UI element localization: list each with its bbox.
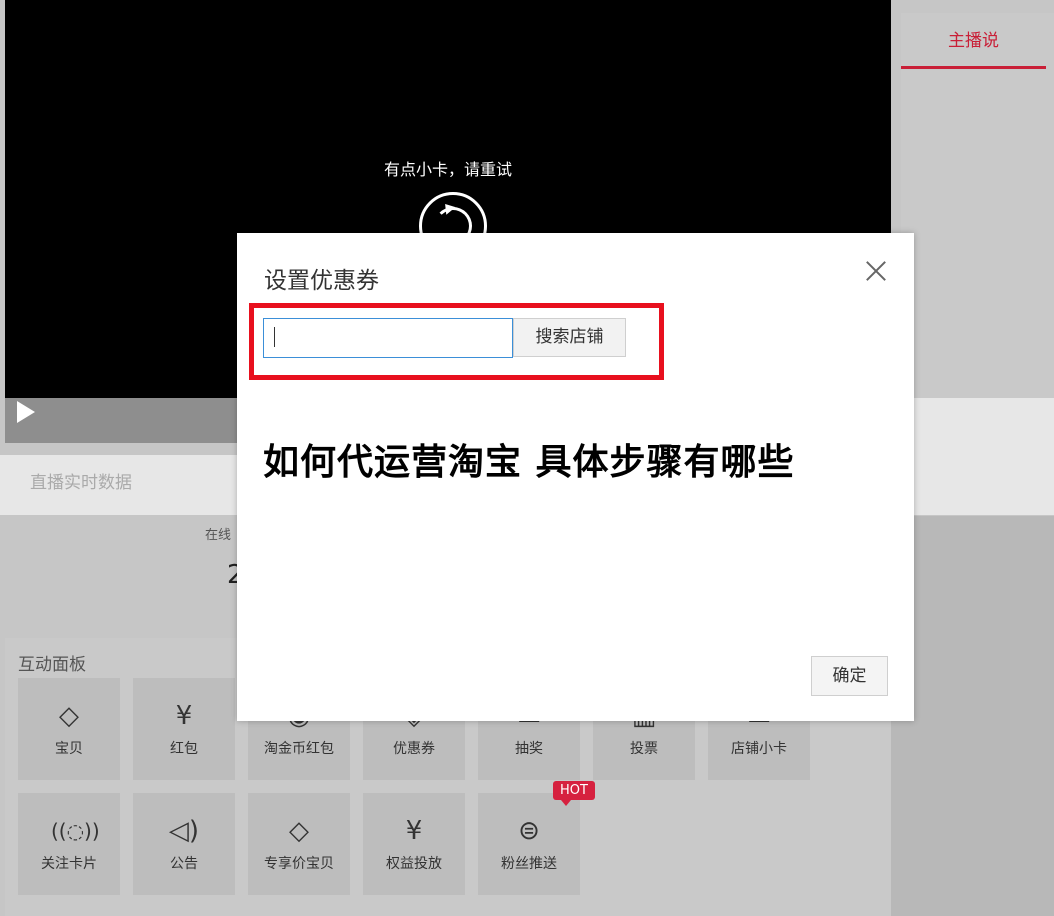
close-icon[interactable] <box>865 260 887 282</box>
tool-label: 粉丝推送 <box>501 856 557 872</box>
tag-icon: ◇ <box>59 701 79 731</box>
tag-icon: ◇ <box>289 816 309 846</box>
tool-label: 公告 <box>170 856 198 872</box>
video-error-message: 有点小卡，请重试 <box>383 160 512 179</box>
tool-label: 投票 <box>630 741 658 757</box>
tool-item[interactable]: ⊜ 粉丝推送 HOT <box>478 781 595 895</box>
coupon-modal: 设置优惠券 搜索店铺 如何代运营淘宝 具体步骤有哪些 确定 <box>237 233 914 721</box>
chat-icon: ⊜ <box>518 816 540 846</box>
text-caret <box>274 327 275 347</box>
modal-title: 设置优惠券 <box>264 268 379 294</box>
panel-title: 互动面板 <box>18 655 86 675</box>
right-panel: 主播说 <box>901 13 1054 398</box>
speaker-icon: ◁) <box>168 816 200 846</box>
tool-item[interactable]: ◇ 宝贝 <box>18 678 120 780</box>
tab-anchor-says[interactable]: 主播说 <box>901 13 1046 69</box>
confirm-button[interactable]: 确定 <box>811 656 888 696</box>
live-data-title: 直播实时数据 <box>30 473 132 493</box>
red-packet-icon: ¥ <box>175 701 193 731</box>
tool-label: 店铺小卡 <box>731 741 787 757</box>
right-lower-panel <box>891 516 1054 916</box>
tool-label: 红包 <box>170 741 198 757</box>
tool-item[interactable]: ((◌)) 关注卡片 <box>18 793 120 895</box>
article-title: 如何代运营淘宝 具体步骤有哪些 <box>263 442 795 483</box>
hot-badge: HOT <box>553 781 595 806</box>
tool-label: 专享价宝贝 <box>264 856 334 872</box>
red-packet-icon: ¥ <box>405 816 423 846</box>
tool-label: 抽奖 <box>515 741 543 757</box>
tool-label: 淘金币红包 <box>264 741 334 757</box>
tool-item[interactable]: ¥ 权益投放 <box>363 793 465 895</box>
broadcast-icon: ((◌)) <box>51 819 100 843</box>
play-icon[interactable] <box>17 401 35 423</box>
shop-search-input[interactable] <box>263 318 513 358</box>
tool-item[interactable]: ◁) 公告 <box>133 793 235 895</box>
tool-label: 宝贝 <box>55 741 83 757</box>
tool-item[interactable]: ¥ 红包 <box>133 678 235 780</box>
search-shop-button[interactable]: 搜索店铺 <box>513 318 626 357</box>
online-label: 在线 <box>205 528 232 543</box>
tool-label: 关注卡片 <box>41 856 97 872</box>
tool-label: 优惠券 <box>393 741 435 757</box>
tool-item[interactable]: ◇ 专享价宝贝 <box>248 793 350 895</box>
tool-label: 权益投放 <box>386 856 442 872</box>
